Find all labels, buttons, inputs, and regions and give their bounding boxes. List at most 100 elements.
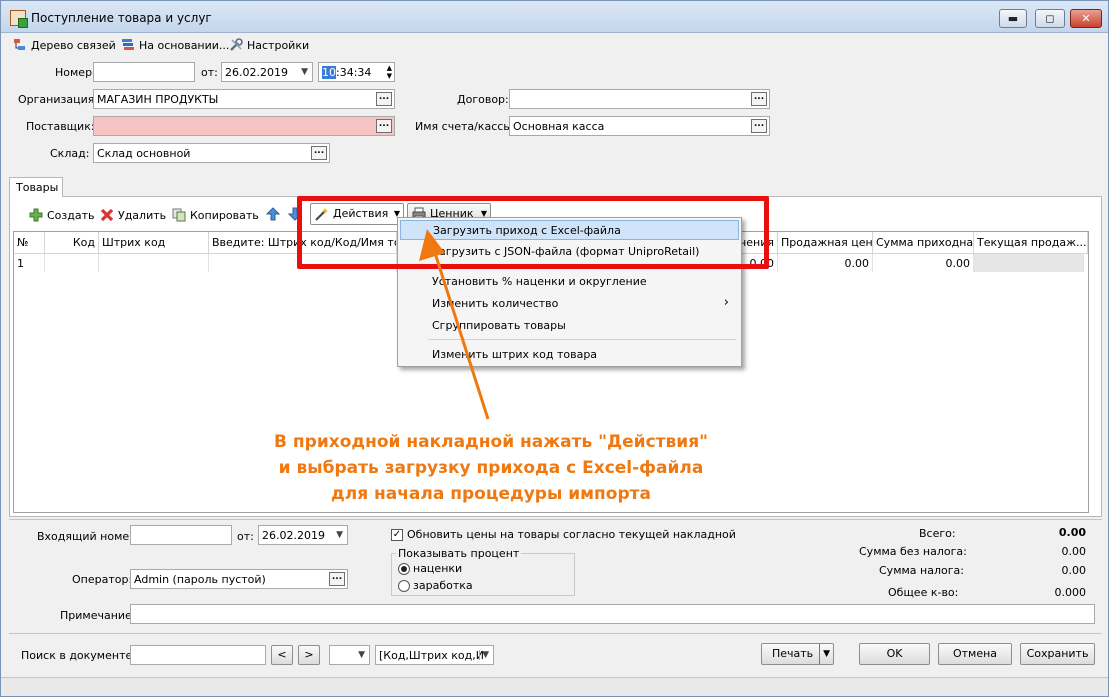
highlight-box: [297, 196, 769, 269]
delete-button[interactable]: Удалить: [100, 206, 166, 224]
total-value: 0.00: [1058, 526, 1086, 539]
org-value: МАГАЗИН ПРОДУКТЫ: [97, 93, 219, 106]
grid-header-barcode[interactable]: Штрих код: [99, 232, 209, 254]
incoming-number-label: Входящий номер:: [37, 530, 140, 543]
spinner-icon[interactable]: ▲ ▼: [387, 64, 392, 80]
contract-input[interactable]: ...: [509, 89, 770, 109]
date-from-label: от:: [201, 66, 218, 79]
print-label: Печать: [772, 647, 814, 660]
copy-label: Копировать: [190, 208, 259, 222]
search-next-button[interactable]: >: [298, 645, 320, 665]
based-on-label: На основании...: [139, 38, 230, 52]
operator-input[interactable]: Admin (пароль пустой) ...: [130, 569, 348, 589]
warehouse-select-button[interactable]: ...: [311, 146, 327, 160]
chevron-down-icon: ▼: [358, 650, 365, 660]
note-input[interactable]: [130, 604, 1095, 624]
radio-markup-label: наценки: [413, 562, 463, 575]
qty-value: 0.000: [1054, 586, 1087, 599]
tree-button[interactable]: Дерево связей: [13, 36, 116, 54]
account-input[interactable]: Основная касса ...: [509, 116, 770, 136]
radio-profit[interactable]: заработка: [398, 579, 473, 592]
incoming-date-picker[interactable]: 26.02.2019 ▼: [258, 525, 348, 545]
no-tax-label: Сумма без налога:: [859, 545, 967, 558]
account-select-button[interactable]: ...: [751, 119, 767, 133]
org-select-button[interactable]: ...: [376, 92, 392, 106]
radio-profit-label: заработка: [413, 579, 473, 592]
plus-icon: [29, 208, 43, 222]
create-button[interactable]: Создать: [29, 206, 95, 224]
search-input[interactable]: [130, 645, 266, 665]
time-input[interactable]: 10:34:34 ▲ ▼: [318, 62, 395, 82]
document-stack-icon: [122, 39, 134, 50]
note-label: Примечание:: [60, 609, 136, 622]
contract-select-button[interactable]: ...: [751, 92, 767, 106]
update-prices-checkbox[interactable]: ✓ Обновить цены на товары согласно текущ…: [391, 528, 736, 541]
contract-label: Договор:: [457, 93, 509, 106]
chevron-down-icon: ▼: [479, 650, 489, 660]
arrow-up-icon[interactable]: [266, 207, 280, 221]
search-field-select[interactable]: [Код,Штрих код,И ▼: [375, 645, 494, 665]
org-label: Организация:: [18, 93, 99, 106]
settings-button[interactable]: Настройки: [229, 36, 309, 54]
grid-cell-num[interactable]: 1: [14, 254, 45, 272]
chevron-down-icon: ▼: [301, 67, 308, 77]
supplier-label: Поставщик:: [26, 120, 95, 133]
title-bar: Поступление товара и услуг ▬ ◻ ✕: [1, 1, 1108, 33]
number-input[interactable]: [93, 62, 195, 82]
search-field-value: [Код,Штрих код,И: [379, 649, 484, 662]
radio-markup[interactable]: наценки: [398, 562, 462, 575]
grid-header-sale-price[interactable]: Продажная цена: [778, 232, 873, 254]
operator-label: Оператор:: [72, 573, 133, 586]
supplier-input[interactable]: ...: [93, 116, 395, 136]
copy-icon: [172, 208, 186, 222]
annotation-line-1: В приходной накладной нажать "Действия": [274, 432, 708, 452]
date-picker[interactable]: 26.02.2019 ▼: [221, 62, 313, 82]
grid-cell-barcode[interactable]: [99, 254, 209, 272]
copy-button[interactable]: Копировать: [172, 206, 259, 224]
operator-select-button[interactable]: ...: [329, 572, 345, 586]
based-on-button[interactable]: На основании...: [121, 36, 229, 54]
chevron-down-icon: ▼: [819, 644, 830, 664]
tax-value: 0.00: [1061, 564, 1087, 577]
tree-label: Дерево связей: [31, 38, 116, 52]
show-percent-label: Показывать процент: [396, 547, 522, 560]
operator-value: Admin (пароль пустой): [134, 573, 266, 586]
tab-goods[interactable]: Товары: [9, 177, 63, 197]
ok-button[interactable]: OK: [859, 643, 930, 665]
app-icon: [10, 10, 28, 28]
warehouse-value: Склад основной: [97, 147, 191, 160]
chevron-down-icon: ▼: [336, 530, 343, 540]
incoming-date-value: 26.02.2019: [262, 529, 325, 542]
save-button[interactable]: Сохранить: [1020, 643, 1095, 665]
time-rest: :34:34: [336, 66, 372, 79]
search-mode-select[interactable]: ▼: [329, 645, 370, 665]
grid-header-code[interactable]: Код: [45, 232, 99, 254]
create-label: Создать: [47, 208, 95, 222]
total-label: Всего:: [919, 527, 956, 540]
incoming-number-input[interactable]: [130, 525, 232, 545]
maximize-button[interactable]: ◻: [1035, 9, 1065, 28]
close-button[interactable]: ✕: [1070, 9, 1102, 28]
delete-x-icon: [100, 208, 114, 222]
warehouse-input[interactable]: Склад основной ...: [93, 143, 330, 163]
grid-cell-code[interactable]: [45, 254, 99, 272]
print-button[interactable]: Печать ▼: [761, 643, 834, 665]
settings-label: Настройки: [247, 38, 310, 52]
minimize-button[interactable]: ▬: [999, 9, 1027, 28]
warehouse-label: Склад:: [50, 147, 90, 160]
grid-cell-sale-price[interactable]: 0.00: [778, 254, 873, 272]
search-label: Поиск в документе:: [21, 649, 136, 662]
org-input[interactable]: МАГАЗИН ПРОДУКТЫ ...: [93, 89, 395, 109]
grid-cell-sum-in[interactable]: 0.00: [873, 254, 974, 272]
grid-header-current[interactable]: Текущая продаж...: [974, 232, 1088, 254]
checkmark-icon: ✓: [391, 528, 403, 541]
delete-label: Удалить: [118, 208, 167, 222]
cancel-button[interactable]: Отмена: [938, 643, 1012, 665]
grid-header-num[interactable]: №: [14, 232, 45, 254]
supplier-select-button[interactable]: ...: [376, 119, 392, 133]
grid-cell-current[interactable]: [974, 254, 1084, 272]
time-hours: 10: [322, 66, 336, 79]
grid-header-sum-in[interactable]: Сумма приходная: [873, 232, 974, 254]
status-bar: [1, 678, 1108, 696]
search-prev-button[interactable]: <: [271, 645, 293, 665]
